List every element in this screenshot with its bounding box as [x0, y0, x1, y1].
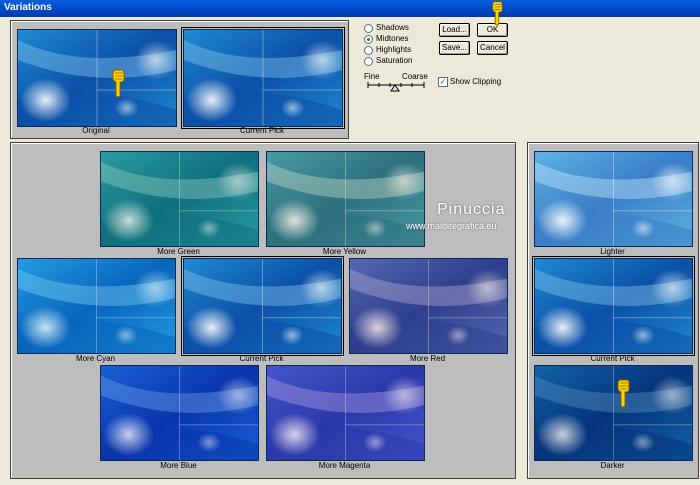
- original-label: Original: [82, 126, 110, 135]
- more-blue-label: More Blue: [160, 461, 197, 470]
- more-green-thumbnail[interactable]: [100, 151, 259, 247]
- watermark-url: www.maidiregrafica.eu: [406, 221, 497, 231]
- thumbnail-image: [267, 152, 424, 246]
- watermark-name: Pinuccia: [437, 201, 506, 218]
- current-pick-preview-label: Current Pick: [239, 126, 284, 135]
- more-magenta-label: More Magenta: [318, 461, 371, 470]
- more-magenta-thumbnail[interactable]: [266, 365, 425, 461]
- thumbnail-image: [184, 259, 341, 353]
- more-red-label: More Red: [409, 354, 446, 363]
- more-yellow-thumbnail[interactable]: [266, 151, 425, 247]
- slider-thumb[interactable]: [390, 84, 400, 92]
- more-green-label: More Green: [157, 247, 200, 256]
- radio-highlights-dot: [364, 46, 373, 55]
- save-button[interactable]: Save...: [439, 41, 470, 55]
- show-clipping-label: Show Clipping: [450, 77, 502, 86]
- thumbnail-image: [535, 152, 692, 246]
- thumbnail-image: [18, 30, 176, 126]
- current-pick-brightness-label: Current Pick: [590, 354, 635, 363]
- radio-shadows-dot: [364, 24, 373, 33]
- darker-label: Darker: [600, 461, 625, 470]
- pointing-hand-icon: [492, 1, 503, 26]
- thumbnail-image: [18, 259, 175, 353]
- current-pick-preview-thumbnail: [181, 27, 345, 129]
- radio-midtones-dot: [364, 35, 373, 44]
- thumbnail-image: [101, 366, 258, 460]
- radio-saturation-label: Saturation: [376, 56, 413, 65]
- thumbnail-image: [101, 152, 258, 246]
- window-title: Variations: [4, 2, 52, 13]
- cancel-button[interactable]: Cancel: [477, 41, 508, 55]
- more-red-thumbnail[interactable]: [349, 258, 508, 354]
- radio-midtones-label: Midtones: [376, 34, 409, 43]
- darker-thumbnail[interactable]: [534, 365, 693, 461]
- lighter-thumbnail[interactable]: [534, 151, 693, 247]
- thumbnail-image: [350, 259, 507, 353]
- thumbnail-image: [535, 259, 692, 353]
- thumbnail-image: [267, 366, 424, 460]
- lighter-label: Lighter: [600, 247, 625, 256]
- pointing-hand-icon: [112, 69, 125, 98]
- more-blue-thumbnail[interactable]: [100, 365, 259, 461]
- more-cyan-thumbnail[interactable]: [17, 258, 176, 354]
- current-pick-variation-label: Current Pick: [239, 354, 284, 363]
- current-pick-brightness-thumbnail[interactable]: [532, 256, 695, 356]
- load-button[interactable]: Load...: [439, 23, 470, 37]
- thumbnail-image: [184, 30, 342, 126]
- thumbnail-image: [535, 366, 692, 460]
- show-clipping-checkbox[interactable]: ✓: [438, 77, 448, 87]
- radio-highlights-label: Highlights: [376, 45, 412, 54]
- pointing-hand-icon: [617, 379, 630, 408]
- more-cyan-label: More Cyan: [75, 354, 116, 363]
- original-thumbnail: [17, 29, 177, 127]
- fine-coarse-slider[interactable]: [366, 80, 426, 92]
- current-pick-variation-thumbnail[interactable]: [181, 256, 344, 356]
- radio-saturation-dot: [364, 57, 373, 66]
- more-yellow-label: More Yellow: [322, 247, 367, 256]
- title-bar: Variations: [0, 0, 700, 17]
- radio-shadows-label: Shadows: [376, 23, 409, 32]
